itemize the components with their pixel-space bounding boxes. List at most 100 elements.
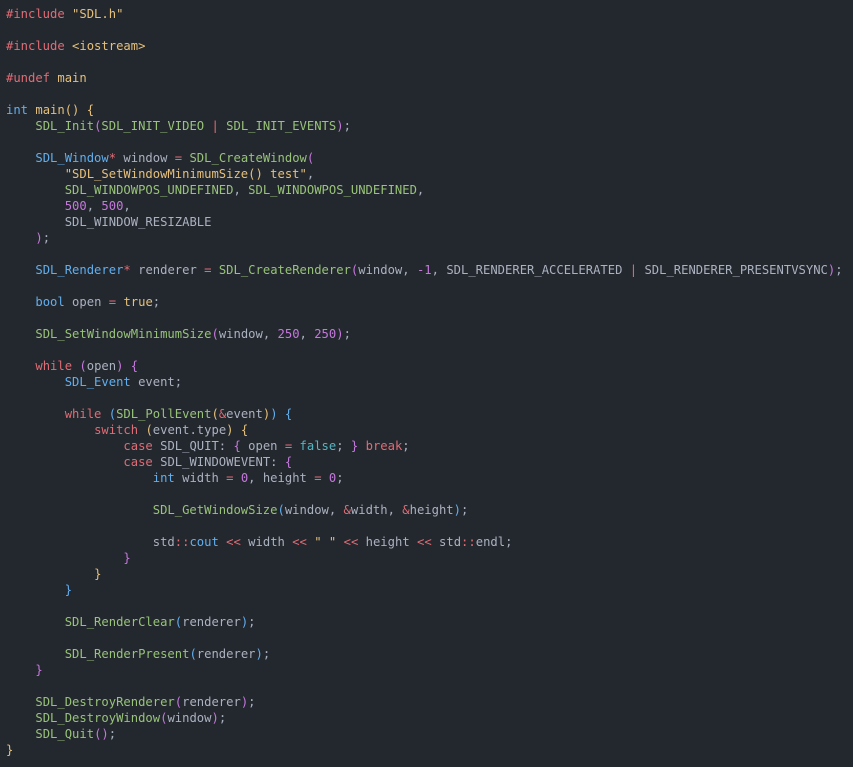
- code-line[interactable]: [6, 598, 853, 614]
- code-line[interactable]: SDL_WINDOWPOS_UNDEFINED, SDL_WINDOWPOS_U…: [6, 182, 853, 198]
- code-line[interactable]: #include <iostream>: [6, 38, 853, 54]
- code-token: -1: [416, 263, 432, 277]
- code-line[interactable]: [6, 342, 853, 358]
- code-token: renderer: [196, 647, 256, 661]
- code-token: " ": [314, 535, 337, 549]
- code-token: break: [365, 439, 403, 453]
- code-token: 500: [101, 199, 124, 213]
- code-token: }: [123, 551, 131, 565]
- code-line[interactable]: [6, 518, 853, 534]
- code-line[interactable]: SDL_Window* window = SDL_CreateWindow(: [6, 150, 853, 166]
- code-token: "SDL_SetWindowMinimumSize() test": [64, 167, 307, 181]
- code-token: , height: [248, 471, 315, 485]
- code-token: SDL_WINDOWEVENT:: [152, 455, 285, 469]
- code-line[interactable]: [6, 86, 853, 102]
- code-line[interactable]: SDL_Renderer* renderer = SDL_CreateRende…: [6, 262, 853, 278]
- code-editor[interactable]: #include "SDL.h" #include <iostream> #un…: [0, 0, 853, 767]
- code-line[interactable]: [6, 630, 853, 646]
- code-token: SDL_Quit: [35, 727, 95, 741]
- code-line[interactable]: [6, 278, 853, 294]
- code-token: (: [108, 407, 117, 421]
- code-line[interactable]: int main() {: [6, 102, 853, 118]
- code-line[interactable]: [6, 486, 853, 502]
- code-token: int: [152, 471, 175, 485]
- code-line[interactable]: SDL_Init(SDL_INIT_VIDEO | SDL_INIT_EVENT…: [6, 118, 853, 134]
- code-line[interactable]: case SDL_WINDOWEVENT: {: [6, 454, 853, 470]
- code-line[interactable]: [6, 54, 853, 70]
- code-token: SDL_DestroyWindow: [35, 711, 161, 725]
- code-line[interactable]: SDL_Event event;: [6, 374, 853, 390]
- code-token: ;: [460, 503, 469, 517]
- code-line[interactable]: int width = 0, height = 0;: [6, 470, 853, 486]
- code-token: SDL_WINDOW_RESIZABLE: [64, 215, 212, 229]
- code-token: cout: [189, 535, 219, 549]
- code-line[interactable]: while (open) {: [6, 358, 853, 374]
- code-token: window: [167, 711, 212, 725]
- code-line[interactable]: SDL_RenderClear(renderer);: [6, 614, 853, 630]
- code-token: event: [226, 407, 263, 421]
- code-token: ;: [505, 535, 513, 549]
- code-token: SDL_RenderClear: [64, 615, 175, 629]
- code-token: open: [86, 359, 117, 373]
- code-token: SDL_CreateWindow: [189, 151, 307, 165]
- code-line[interactable]: switch (event.type) {: [6, 422, 853, 438]
- code-line[interactable]: SDL_RenderPresent(renderer);: [6, 646, 853, 662]
- code-line[interactable]: case SDL_QUIT: { open = false; } break;: [6, 438, 853, 454]
- code-token: renderer: [130, 263, 205, 277]
- code-token: height: [358, 535, 417, 549]
- code-line[interactable]: #include "SDL.h": [6, 6, 853, 22]
- code-line[interactable]: }: [6, 742, 853, 758]
- code-line[interactable]: [6, 246, 853, 262]
- code-token: <iostream>: [72, 39, 146, 53]
- code-line[interactable]: [6, 134, 853, 150]
- code-line[interactable]: 500, 500,: [6, 198, 853, 214]
- code-token: ): [336, 327, 344, 341]
- code-line[interactable]: bool open = true;: [6, 294, 853, 310]
- code-line[interactable]: SDL_SetWindowMinimumSize(window, 250, 25…: [6, 326, 853, 342]
- code-token: SDL_RENDERER_PRESENTVSYNC: [637, 263, 828, 277]
- code-line[interactable]: [6, 678, 853, 694]
- code-line[interactable]: [6, 22, 853, 38]
- code-token: }: [94, 567, 102, 581]
- code-line[interactable]: }: [6, 550, 853, 566]
- code-line[interactable]: while (SDL_PollEvent(&event)) {: [6, 406, 853, 422]
- code-line[interactable]: }: [6, 582, 853, 598]
- code-line[interactable]: SDL_DestroyWindow(window);: [6, 710, 853, 726]
- code-token: endl: [475, 535, 506, 549]
- code-line[interactable]: SDL_WINDOW_RESIZABLE: [6, 214, 853, 230]
- code-line[interactable]: }: [6, 566, 853, 582]
- code-token: SDL_Event: [64, 375, 131, 389]
- code-token: while: [64, 407, 102, 421]
- code-line[interactable]: "SDL_SetWindowMinimumSize() test",: [6, 166, 853, 182]
- code-token: SDL_GetWindowSize: [152, 503, 278, 517]
- code-line[interactable]: }: [6, 662, 853, 678]
- code-line[interactable]: std::cout << width << " " << height << s…: [6, 534, 853, 550]
- code-line[interactable]: [6, 390, 853, 406]
- code-token: window: [116, 151, 175, 165]
- code-token: ;: [218, 711, 227, 725]
- code-token: SDL_INIT_VIDEO: [101, 119, 205, 133]
- code-line[interactable]: #undef main: [6, 70, 853, 86]
- code-line[interactable]: SDL_Quit();: [6, 726, 853, 742]
- code-line[interactable]: );: [6, 230, 853, 246]
- code-token: #include: [6, 39, 73, 53]
- code-line[interactable]: SDL_DestroyRenderer(renderer);: [6, 694, 853, 710]
- code-token: &: [402, 503, 410, 517]
- code-token: height: [409, 503, 454, 517]
- code-token: ;: [152, 295, 161, 309]
- code-line[interactable]: [6, 310, 853, 326]
- code-line[interactable]: SDL_GetWindowSize(window, &width, &heigh…: [6, 502, 853, 518]
